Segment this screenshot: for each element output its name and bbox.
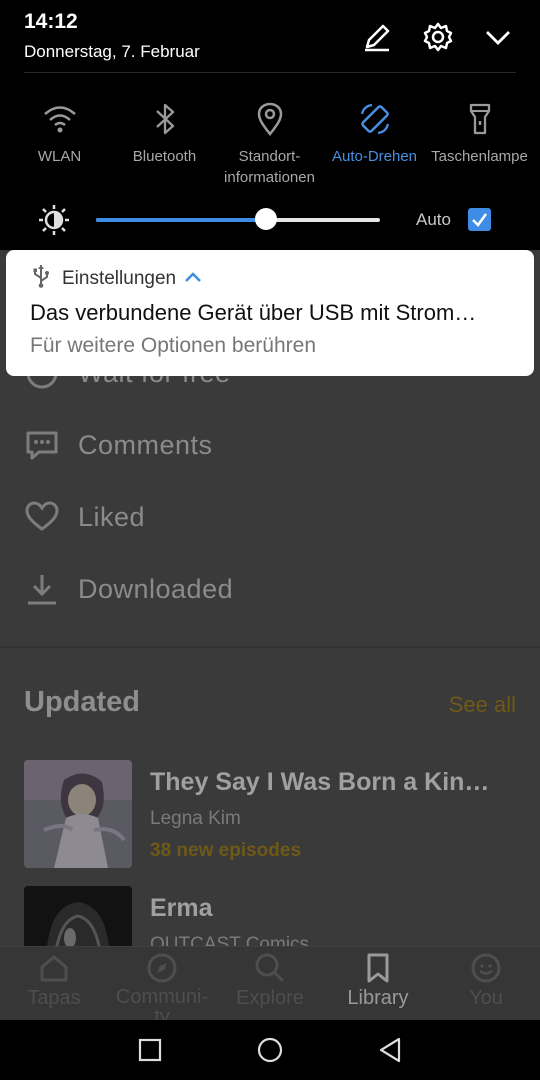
notification-title: Das verbundene Gerät über USB mit Strom… (30, 300, 477, 325)
tile-label: Bluetooth (132, 148, 197, 165)
recents-icon[interactable] (136, 1036, 164, 1064)
bookmark-icon (324, 951, 432, 985)
home-icon (0, 951, 108, 985)
brightness-slider-thumb[interactable] (255, 208, 278, 230)
comment-icon (24, 427, 60, 463)
chevron-up-icon[interactable] (184, 270, 202, 288)
new-episodes-count: 38 new episodes (150, 840, 302, 861)
screen: Wait for free Comments Liked Downloaded … (0, 0, 540, 1080)
brightness-slider[interactable] (96, 218, 380, 222)
back-icon[interactable] (376, 1036, 404, 1064)
nav-community[interactable]: Communi- ty (108, 951, 216, 1027)
tile-flashlight[interactable]: Taschenlampe (427, 98, 532, 167)
bluetooth-icon (112, 98, 217, 140)
nav-library[interactable]: Library (324, 951, 432, 1010)
menu-label: Comments (78, 429, 213, 460)
system-navigation-bar (0, 1020, 540, 1080)
tile-label: WLAN (37, 148, 82, 165)
search-icon (216, 951, 324, 985)
collapse-icon[interactable] (481, 20, 515, 54)
menu-label: Downloaded (78, 573, 234, 604)
section-divider (0, 646, 540, 648)
header-divider (24, 72, 516, 73)
check-icon (472, 213, 488, 227)
auto-brightness-label: Auto (416, 210, 451, 229)
download-icon (24, 571, 60, 607)
tile-label: Standort- informationen (224, 148, 315, 186)
nav-label: Tapas (27, 987, 81, 1009)
nav-tapas[interactable]: Tapas (0, 951, 108, 1010)
clock-time: 14:12 (24, 10, 78, 33)
tile-location[interactable]: Standort- informationen (217, 98, 322, 188)
see-all-link[interactable]: See all (449, 692, 516, 718)
compass-icon (108, 951, 216, 985)
brightness-slider-fill (96, 218, 267, 222)
tile-label: Auto-Drehen (331, 148, 418, 165)
brightness-icon (38, 204, 70, 236)
tile-bluetooth[interactable]: Bluetooth (112, 98, 217, 167)
settings-icon[interactable] (421, 20, 455, 54)
notification-app-name: Einstellungen (62, 267, 177, 289)
nav-you[interactable]: You (432, 951, 540, 1010)
home-button-icon[interactable] (256, 1036, 284, 1064)
quick-settings-panel: 14:12 Donnerstag, 7. Februar WLAN Blueto… (0, 0, 540, 250)
nav-explore[interactable]: Explore (216, 951, 324, 1010)
clock-date: Donnerstag, 7. Februar (24, 42, 200, 61)
nav-label: Explore (236, 987, 304, 1009)
auto-brightness-checkbox[interactable] (468, 208, 491, 231)
menu-label: Liked (78, 501, 146, 532)
nav-label: You (469, 987, 503, 1009)
notification-text: Für weitere Optionen berühren (30, 334, 316, 357)
comic-author: Legna Kim (150, 808, 241, 829)
menu-comments[interactable]: Comments (24, 420, 213, 470)
comic-row[interactable]: They Say I Was Born a Kin… Legna Kim 38 … (24, 760, 524, 868)
profile-icon (432, 951, 540, 985)
auto-rotate-icon (322, 98, 427, 140)
nav-label: Library (347, 987, 409, 1009)
menu-downloaded[interactable]: Downloaded (24, 564, 233, 614)
menu-liked[interactable]: Liked (24, 492, 145, 542)
comic-thumbnail (24, 760, 132, 868)
tile-auto-rotate[interactable]: Auto-Drehen (322, 98, 427, 167)
tile-label: Taschenlampe (431, 148, 528, 165)
comic-title: They Say I Was Born a Kin… (150, 768, 490, 796)
updated-section-title: Updated (24, 686, 140, 718)
comic-title: Erma (150, 894, 213, 922)
notification-header: Einstellungen (32, 264, 202, 293)
app-bottom-navigation: Tapas Communi- ty Explore Library You (0, 946, 540, 1027)
usb-notification[interactable]: Einstellungen Das verbundene Gerät über … (6, 250, 534, 376)
tile-wlan[interactable]: WLAN (7, 98, 112, 167)
wifi-icon (7, 98, 112, 140)
location-icon (217, 98, 322, 140)
edit-icon[interactable] (360, 20, 394, 54)
flashlight-icon (427, 98, 532, 140)
usb-icon (32, 264, 50, 293)
heart-icon (24, 499, 60, 535)
